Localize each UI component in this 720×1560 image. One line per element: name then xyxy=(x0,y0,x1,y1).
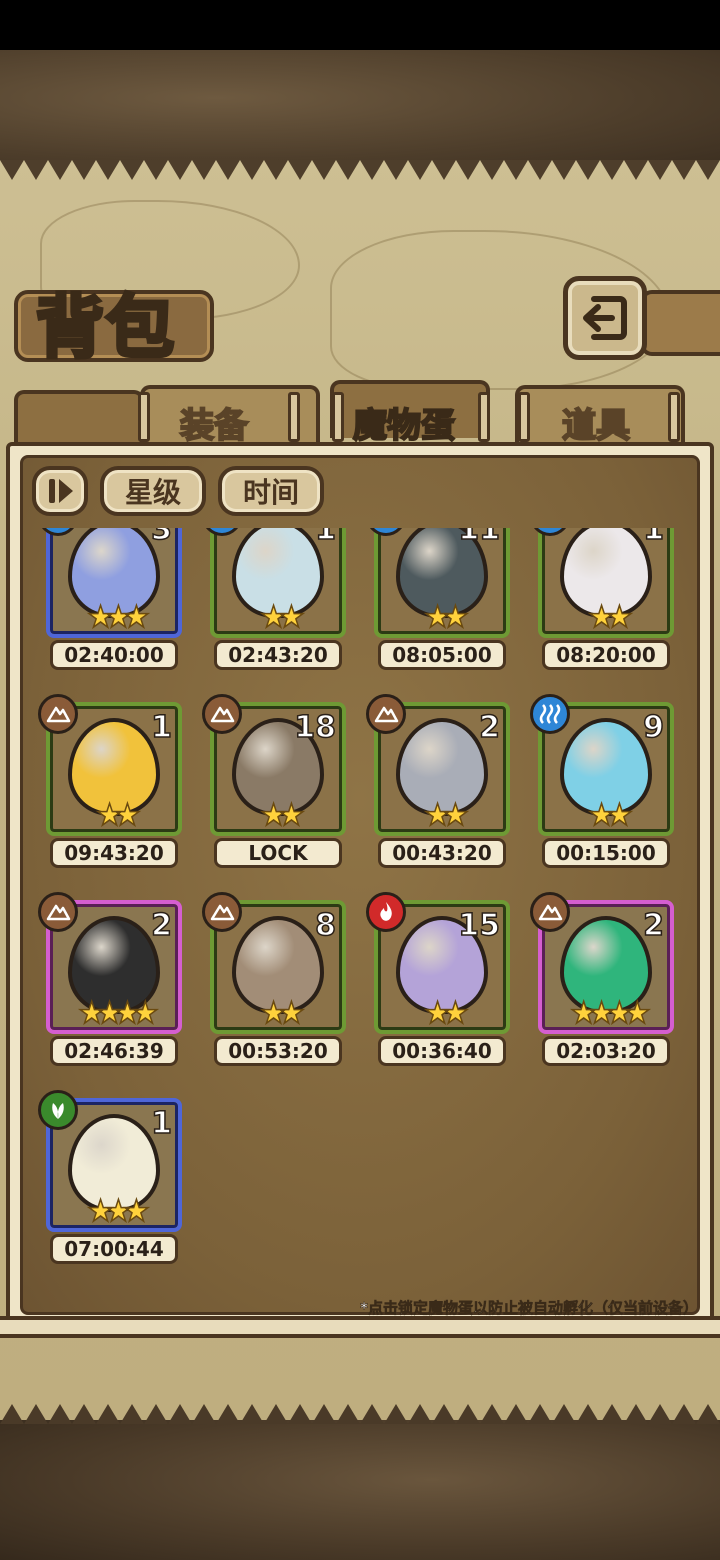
star-rating: ★★ xyxy=(259,995,305,1032)
zigzag-edge-bottom xyxy=(0,1404,720,1424)
tab-post xyxy=(332,392,344,442)
star-rating: ★★★ xyxy=(86,599,150,636)
page-title: 背包 xyxy=(34,286,177,370)
star-rating: ★★ xyxy=(95,797,141,834)
sort-by-time-button[interactable]: 时间 xyxy=(218,466,324,516)
egg-card[interactable]: 9 ★★ 00:15:00 xyxy=(530,694,674,868)
hatch-timer: 08:20:00 xyxy=(542,640,670,670)
egg-card[interactable]: 1 ★★ 08:20:00 xyxy=(530,528,674,670)
egg-count: 2 xyxy=(642,907,664,944)
panel-bottom-rail xyxy=(0,1316,720,1338)
egg-count: 2 xyxy=(478,709,500,746)
tab-post xyxy=(288,392,300,442)
earth-element-icon xyxy=(530,892,570,932)
egg-card[interactable]: 2 ★★ 00:43:20 xyxy=(366,694,510,868)
egg-count: 1 xyxy=(314,528,336,548)
hatch-timer: 00:36:40 xyxy=(378,1036,506,1066)
star-rating: ★★ xyxy=(423,995,469,1032)
egg-card[interactable]: 1 ★★★ 07:00:44 xyxy=(38,1090,182,1264)
star-rating: ★★ xyxy=(259,599,305,636)
hatch-timer: 02:46:39 xyxy=(50,1036,178,1066)
tab-post xyxy=(478,392,490,442)
map-background-bottom xyxy=(0,1400,720,1560)
egg-card[interactable]: 15 ★★ 00:36:40 xyxy=(366,892,510,1066)
earth-element-icon xyxy=(38,892,78,932)
earth-element-icon xyxy=(202,694,242,734)
egg-card[interactable]: 3 ★★★ 02:40:00 xyxy=(38,528,182,670)
hatch-timer: 00:43:20 xyxy=(378,838,506,868)
map-background-top xyxy=(0,50,720,170)
hatch-timer: 00:53:20 xyxy=(214,1036,342,1066)
hatch-timer: 02:03:20 xyxy=(542,1036,670,1066)
egg-count: 8 xyxy=(314,907,336,944)
egg-count: 1 xyxy=(150,1105,172,1142)
egg-count: 3 xyxy=(150,528,172,548)
earth-element-icon xyxy=(366,694,406,734)
back-button-rail xyxy=(640,290,720,356)
zigzag-edge-top xyxy=(0,160,720,180)
hatch-timer: LOCK xyxy=(214,838,342,868)
tab-post xyxy=(668,392,680,442)
egg-count: 2 xyxy=(150,907,172,944)
back-button[interactable] xyxy=(563,276,647,360)
star-rating: ★★★ xyxy=(86,1193,150,1230)
hatch-timer: 02:43:20 xyxy=(214,640,342,670)
egg-card[interactable]: 1 ★★ 02:43:20 xyxy=(202,528,346,670)
lock-hint-text: *点击锁定魔物蛋以防止被自动孵化（仅当前设备） xyxy=(360,1299,698,1318)
fire-element-icon xyxy=(366,892,406,932)
egg-card[interactable]: 2 ★★★★ 02:46:39 xyxy=(38,892,182,1066)
egg-count: 11 xyxy=(458,528,501,548)
tab-label-items: 道具 xyxy=(561,405,631,447)
egg-count: 1 xyxy=(150,709,172,746)
star-rating: ★★ xyxy=(423,599,469,636)
egg-card[interactable]: 1 ★★ 09:43:20 xyxy=(38,694,182,868)
hatch-timer: 08:05:00 xyxy=(378,640,506,670)
egg-card[interactable]: 8 ★★ 00:53:20 xyxy=(202,892,346,1066)
egg-grid: 3 ★★★ 02:40:00 1 ★★ 02:43:20 11 ★★ 08:05:00 1 ★★ 08… xyxy=(30,528,690,1308)
star-rating: ★★ xyxy=(423,797,469,834)
return-arrow-icon xyxy=(583,296,627,340)
tab-label-equipment: 装备 xyxy=(179,405,249,447)
sort-order-toggle[interactable] xyxy=(32,466,88,516)
earth-element-icon xyxy=(202,892,242,932)
earth-element-icon xyxy=(38,694,78,734)
egg-count: 15 xyxy=(458,907,501,944)
star-rating: ★★★★ xyxy=(569,995,651,1032)
egg-count: 1 xyxy=(642,528,664,548)
egg-count: 9 xyxy=(642,709,664,746)
tab-label-monster-eggs: 魔物蛋 xyxy=(352,405,456,447)
star-rating: ★★ xyxy=(259,797,305,834)
star-rating: ★★ xyxy=(587,599,633,636)
hatch-timer: 02:40:00 xyxy=(50,640,178,670)
star-rating: ★★★★ xyxy=(77,995,159,1032)
hatch-timer: 00:15:00 xyxy=(542,838,670,868)
egg-card[interactable]: 18 ★★ LOCK xyxy=(202,694,346,868)
sort-by-stars-button[interactable]: 星级 xyxy=(100,466,206,516)
tab-post xyxy=(138,392,150,442)
star-rating: ★★ xyxy=(587,797,633,834)
grass-element-icon xyxy=(38,1090,78,1130)
sort-toggle-icon xyxy=(49,479,73,503)
egg-count: 18 xyxy=(294,709,337,746)
egg-card[interactable]: 2 ★★★★ 02:03:20 xyxy=(530,892,674,1066)
water-element-icon xyxy=(530,694,570,734)
tab-filler-left xyxy=(14,390,144,448)
egg-card[interactable]: 11 ★★ 08:05:00 xyxy=(366,528,510,670)
tab-post xyxy=(518,392,530,442)
status-bar xyxy=(0,0,720,50)
hatch-timer: 09:43:20 xyxy=(50,838,178,868)
hatch-timer: 07:00:44 xyxy=(50,1234,178,1264)
